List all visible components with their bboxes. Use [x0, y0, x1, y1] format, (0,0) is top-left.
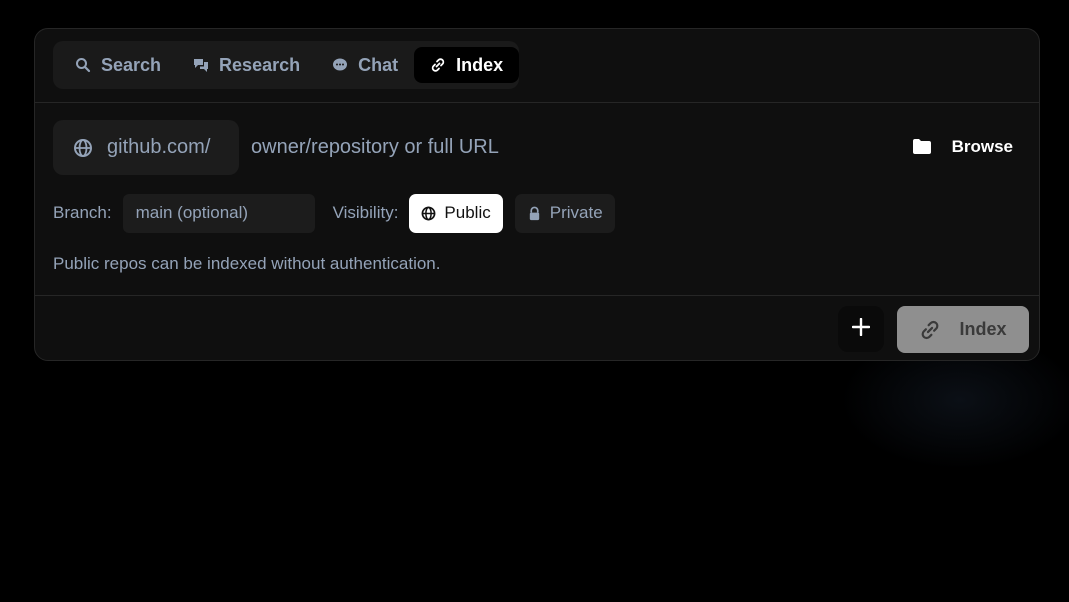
tab-index-label: Index	[456, 54, 504, 75]
chat-bubbles-icon	[193, 57, 209, 73]
globe-icon	[421, 206, 436, 221]
folder-icon	[912, 138, 932, 156]
tab-chat-label: Chat	[358, 54, 399, 75]
repository-input[interactable]	[251, 120, 851, 175]
branch-label: Branch:	[53, 203, 112, 222]
index-submit-label: Index	[959, 319, 1007, 339]
plus-icon	[851, 317, 871, 341]
visibility-label: Visibility:	[332, 203, 399, 222]
link-icon	[430, 57, 446, 73]
visibility-hint: Public repos can be indexed without auth…	[53, 254, 441, 273]
lock-icon	[527, 206, 542, 221]
tab-index[interactable]: Index	[414, 47, 520, 83]
repo-prefix-text: github.com/	[107, 136, 211, 158]
link-icon	[919, 319, 941, 341]
browse-button[interactable]: Browse	[902, 128, 1023, 166]
index-submit-button[interactable]: Index	[897, 306, 1029, 353]
tab-search-label: Search	[101, 54, 162, 75]
panel-footer: Index	[35, 295, 1039, 361]
browse-label: Browse	[951, 137, 1013, 156]
mode-tabs: Search Research Chat Index	[53, 41, 520, 89]
globe-icon	[73, 138, 93, 158]
chat-bubble-icon	[332, 57, 348, 73]
repo-row: github.com/ Browse	[53, 120, 1023, 175]
tab-search[interactable]: Search	[59, 47, 177, 83]
tab-research[interactable]: Research	[177, 47, 316, 83]
repo-prefix: github.com/	[53, 120, 239, 175]
tab-bar-section: Search Research Chat Index	[35, 29, 1039, 103]
tab-research-label: Research	[219, 54, 301, 75]
branch-input[interactable]	[122, 193, 315, 233]
tab-chat[interactable]: Chat	[316, 47, 414, 83]
add-button[interactable]	[838, 306, 884, 352]
index-panel: Search Research Chat Index github.com/ o…	[34, 28, 1040, 361]
visibility-public-label: Public	[444, 203, 491, 222]
search-icon	[75, 57, 91, 73]
visibility-private-button[interactable]: Private	[514, 193, 615, 233]
visibility-public-button[interactable]: Public	[409, 193, 503, 233]
options-row: Branch: Visibility: Public Private	[53, 193, 1023, 233]
visibility-private-label: Private	[549, 203, 603, 222]
